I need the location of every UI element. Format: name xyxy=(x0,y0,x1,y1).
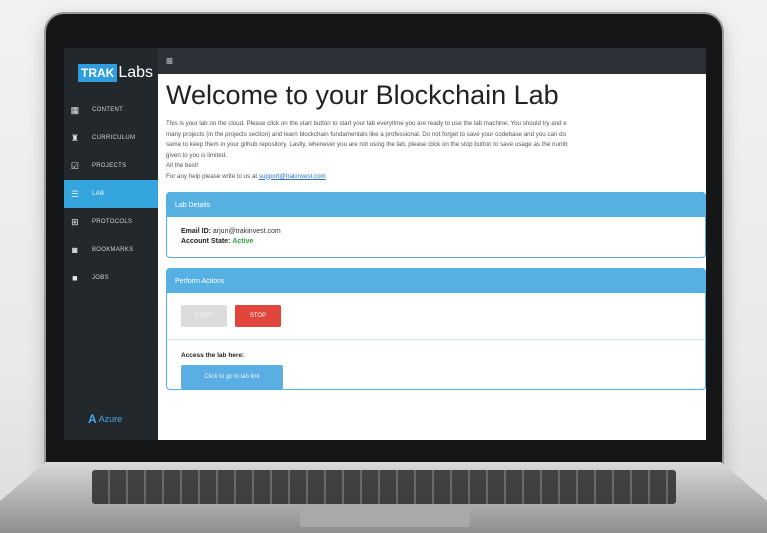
sidebar-item-label: CURRICULUM xyxy=(92,135,136,141)
sidebar-item-content[interactable]: ▦ CONTENT xyxy=(64,96,158,124)
intro-line: given to you is limited. xyxy=(166,151,227,159)
intro-text: This is your lab on the cloud. Please cl… xyxy=(166,119,706,182)
intro-line: many projects (in the projects section) … xyxy=(166,130,567,138)
sidebar-item-label: CONTENT xyxy=(92,107,124,113)
azure-label: Azure xyxy=(98,414,123,424)
brand-trak: TRAK xyxy=(78,64,118,82)
brand-logo[interactable]: TRAK Labs xyxy=(78,64,158,82)
sidebar-item-label: BOOKMARKS xyxy=(92,247,134,253)
support-email-link[interactable]: support@trakinvest.com xyxy=(259,173,326,180)
lab-details-panel: Lab Details Email ID: arjun@trakinvest.c… xyxy=(166,192,706,258)
intro-line: All the best! xyxy=(166,162,199,169)
user-icon: ◙ xyxy=(72,245,78,255)
lab-details-header: Lab Details xyxy=(167,193,705,217)
sidebar-item-lab[interactable]: ☰ LAB xyxy=(64,180,158,208)
checkbox-icon: ☑ xyxy=(70,160,80,171)
open-lab-button[interactable]: Click to go to lab link xyxy=(181,365,283,389)
actions-panel: Perform Actions START STOP Access the la… xyxy=(166,268,706,390)
actions-button-row: START STOP xyxy=(167,293,705,339)
azure-badge: A Azure xyxy=(88,412,122,426)
sidebar-item-label: PROTOCOLS xyxy=(92,219,133,225)
hamburger-menu-icon[interactable]: ≡ xyxy=(166,54,173,68)
help-line: For any help please write to us at suppo… xyxy=(166,172,706,183)
account-state-row: Account State: Active xyxy=(181,237,691,247)
email-label: Email ID: xyxy=(181,228,211,235)
intro-line: same to keep them in your github reposit… xyxy=(166,141,568,148)
graduation-icon: ♜ xyxy=(70,132,80,143)
actions-header: Perform Actions xyxy=(167,269,705,293)
page-title: Welcome to your Blockchain Lab xyxy=(166,80,559,110)
dashboard-icon: ▦ xyxy=(70,104,80,115)
access-label: Access the lab here: xyxy=(181,352,245,359)
main-area: ≡ Welcome to your Blockchain Lab This is… xyxy=(158,48,706,440)
account-state-value: Active xyxy=(232,238,254,245)
account-state-label: Account State: xyxy=(181,238,231,245)
azure-icon: A xyxy=(88,412,97,426)
laptop-trackpad xyxy=(300,507,470,527)
sidebar-item-curriculum[interactable]: ♜ CURRICULUM xyxy=(64,124,158,152)
stop-button[interactable]: STOP xyxy=(235,305,281,327)
list-icon: ☰ xyxy=(70,188,80,199)
briefcase-icon: ■ xyxy=(72,273,78,283)
email-value: arjun@trakinvest.com xyxy=(212,228,281,235)
laptop-keyboard xyxy=(92,470,676,504)
laptop-screen: TRAK Labs ▦ CONTENT ♜ CURRICULUM ☑ PROJE… xyxy=(64,48,706,440)
intro-line: This is your lab on the cloud. Please cl… xyxy=(166,120,567,127)
top-bar: ≡ xyxy=(158,48,706,74)
sidebar-item-jobs[interactable]: ■ JOBS xyxy=(64,264,158,292)
grid-icon: ⊞ xyxy=(71,216,79,227)
sidebar-item-protocols[interactable]: ⊞ PROTOCOLS xyxy=(64,208,158,236)
sidebar-item-label: LAB xyxy=(92,191,105,197)
page-content: Welcome to your Blockchain Lab This is y… xyxy=(158,74,706,390)
help-text: For any help please write to us at xyxy=(166,172,258,180)
start-button[interactable]: START xyxy=(181,305,227,327)
sidebar-item-bookmarks[interactable]: ◙ BOOKMARKS xyxy=(64,236,158,264)
brand-labs: Labs xyxy=(118,64,154,81)
sidebar-item-projects[interactable]: ☑ PROJECTS xyxy=(64,152,158,180)
sidebar-item-label: JOBS xyxy=(92,275,109,281)
email-row: Email ID: arjun@trakinvest.com xyxy=(181,227,691,237)
sidebar-item-label: PROJECTS xyxy=(92,163,127,169)
sidebar: TRAK Labs ▦ CONTENT ♜ CURRICULUM ☑ PROJE… xyxy=(64,48,158,440)
lab-details-body: Email ID: arjun@trakinvest.com Account S… xyxy=(167,217,705,257)
